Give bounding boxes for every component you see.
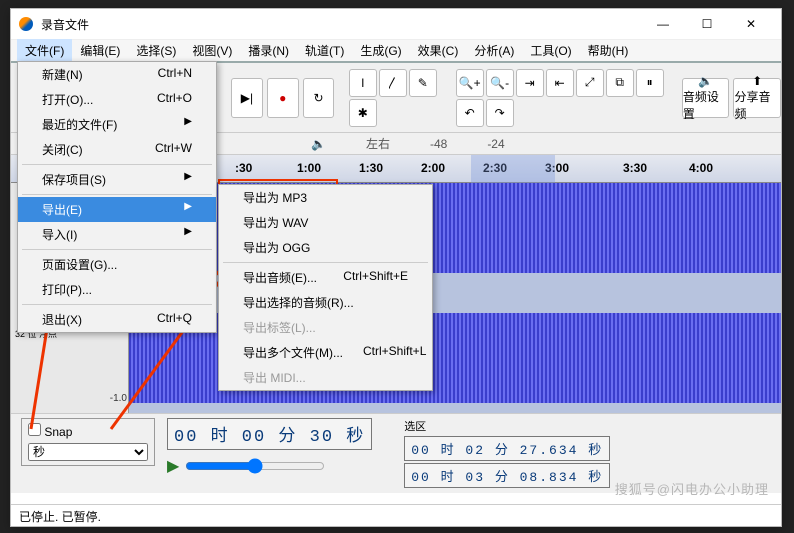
upload-icon: ⬆ bbox=[752, 74, 762, 88]
export-multiple[interactable]: 导出多个文件(M)...Ctrl+Shift+L bbox=[219, 340, 432, 365]
export-audio[interactable]: 导出音频(E)...Ctrl+Shift+E bbox=[219, 265, 432, 290]
selection-highlight bbox=[471, 155, 555, 183]
menu-item-saveproject[interactable]: 保存项目(S)▶ bbox=[18, 167, 216, 192]
ibeam-tool-icon[interactable]: I bbox=[349, 69, 377, 97]
menu-tools[interactable]: 工具(O) bbox=[522, 39, 579, 62]
share-audio-button[interactable]: ⬆ 分享音频 bbox=[733, 78, 781, 118]
speaker-icon: 🔈 bbox=[698, 74, 713, 88]
selection-end[interactable]: 00 时 03 分 08.834 秒 bbox=[404, 463, 610, 488]
meter-m24: -24 bbox=[487, 137, 504, 151]
meter-m48: -48 bbox=[430, 137, 447, 151]
snap-unit-select[interactable]: 秒 bbox=[28, 443, 148, 461]
menu-transport[interactable]: 播录(N) bbox=[240, 39, 297, 62]
statusbar: 已停止. 已暂停. bbox=[11, 504, 781, 526]
export-midi: 导出 MIDI... bbox=[219, 365, 432, 390]
speaker-icon: 🔈 bbox=[311, 137, 326, 151]
menu-tracks[interactable]: 轨道(T) bbox=[297, 39, 352, 62]
zoom-toggle-icon[interactable]: ⤢ bbox=[576, 69, 604, 97]
play-button[interactable]: ▶ bbox=[167, 456, 179, 476]
app-window: 录音文件 ― ☐ ✕ 文件(F) 编辑(E) 选择(S) 视图(V) 播录(N)… bbox=[10, 8, 782, 527]
snap-checkbox[interactable]: Snap bbox=[28, 425, 72, 439]
export-selection[interactable]: 导出选择的音频(R)... bbox=[219, 290, 432, 315]
menu-item-recent[interactable]: 最近的文件(F)▶ bbox=[18, 112, 216, 137]
record-button[interactable]: ● bbox=[267, 78, 299, 118]
selection-label: 选区 bbox=[404, 418, 610, 434]
app-icon bbox=[19, 17, 33, 31]
menu-select[interactable]: 选择(S) bbox=[128, 39, 184, 62]
menu-analyze[interactable]: 分析(A) bbox=[466, 39, 522, 62]
selection-start[interactable]: 00 时 02 分 27.634 秒 bbox=[404, 436, 610, 461]
menu-file[interactable]: 文件(F) bbox=[17, 39, 72, 62]
loop-button[interactable]: ↻ bbox=[303, 78, 335, 118]
fit-sel-icon[interactable]: ⇥ bbox=[516, 69, 544, 97]
titlebar: 录音文件 ― ☐ ✕ bbox=[11, 9, 781, 39]
snap-box: Snap 秒 bbox=[21, 418, 155, 466]
menubar: 文件(F) 编辑(E) 选择(S) 视图(V) 播录(N) 轨道(T) 生成(G… bbox=[11, 39, 781, 61]
close-button[interactable]: ✕ bbox=[729, 10, 773, 38]
silence-icon[interactable]: ⏸ bbox=[636, 69, 664, 97]
redo-icon[interactable]: ↷ bbox=[486, 99, 514, 127]
menu-item-export[interactable]: 导出(E)▶ bbox=[18, 197, 216, 222]
menu-generate[interactable]: 生成(G) bbox=[352, 39, 409, 62]
zoom-out-icon[interactable]: 🔍- bbox=[486, 69, 514, 97]
meter-lr-label: 左右 bbox=[366, 135, 390, 152]
menu-item-print[interactable]: 打印(P)... bbox=[18, 277, 216, 302]
status-text: 已停止. 已暂停. bbox=[19, 508, 101, 523]
maximize-button[interactable]: ☐ bbox=[685, 10, 729, 38]
menu-item-pagesetup[interactable]: 页面设置(G)... bbox=[18, 252, 216, 277]
trim-icon[interactable]: ⧉ bbox=[606, 69, 634, 97]
menu-edit[interactable]: 编辑(E) bbox=[72, 39, 128, 62]
menu-item-new[interactable]: 新建(N)Ctrl+N bbox=[18, 62, 216, 87]
audio-settings-button[interactable]: 🔈 音频设置 bbox=[682, 78, 730, 118]
watermark: 搜狐号@闪电办公小助理 bbox=[615, 479, 769, 498]
time-display[interactable]: 00 时 00 分 30 秒 bbox=[167, 418, 372, 450]
envelope-tool-icon[interactable]: 〳 bbox=[379, 69, 407, 97]
draw-tool-icon[interactable]: ✎ bbox=[409, 69, 437, 97]
window-title: 录音文件 bbox=[41, 16, 89, 33]
menu-item-close[interactable]: 关闭(C)Ctrl+W bbox=[18, 137, 216, 162]
multi-tool-icon[interactable]: ✱ bbox=[349, 99, 377, 127]
menu-effect[interactable]: 效果(C) bbox=[410, 39, 467, 62]
export-ogg[interactable]: 导出为 OGG bbox=[219, 235, 432, 260]
minimize-button[interactable]: ― bbox=[641, 10, 685, 38]
menu-item-exit[interactable]: 退出(X)Ctrl+Q bbox=[18, 307, 216, 332]
file-menu-dropdown: 新建(N)Ctrl+N 打开(O)...Ctrl+O 最近的文件(F)▶ 关闭(… bbox=[17, 61, 217, 333]
undo-icon[interactable]: ↶ bbox=[456, 99, 484, 127]
menu-item-open[interactable]: 打开(O)...Ctrl+O bbox=[18, 87, 216, 112]
export-wav[interactable]: 导出为 WAV bbox=[219, 210, 432, 235]
export-mp3[interactable]: 导出为 MP3 bbox=[219, 185, 432, 210]
fit-proj-icon[interactable]: ⇤ bbox=[546, 69, 574, 97]
export-labels: 导出标签(L)... bbox=[219, 315, 432, 340]
speed-slider[interactable] bbox=[185, 458, 325, 474]
skip-end-button[interactable]: ▶| bbox=[231, 78, 263, 118]
menu-view[interactable]: 视图(V) bbox=[184, 39, 240, 62]
menu-item-import[interactable]: 导入(I)▶ bbox=[18, 222, 216, 247]
menu-help[interactable]: 帮助(H) bbox=[580, 39, 637, 62]
export-submenu: 导出为 MP3 导出为 WAV 导出为 OGG 导出音频(E)...Ctrl+S… bbox=[218, 184, 433, 391]
zoom-in-icon[interactable]: 🔍+ bbox=[456, 69, 484, 97]
